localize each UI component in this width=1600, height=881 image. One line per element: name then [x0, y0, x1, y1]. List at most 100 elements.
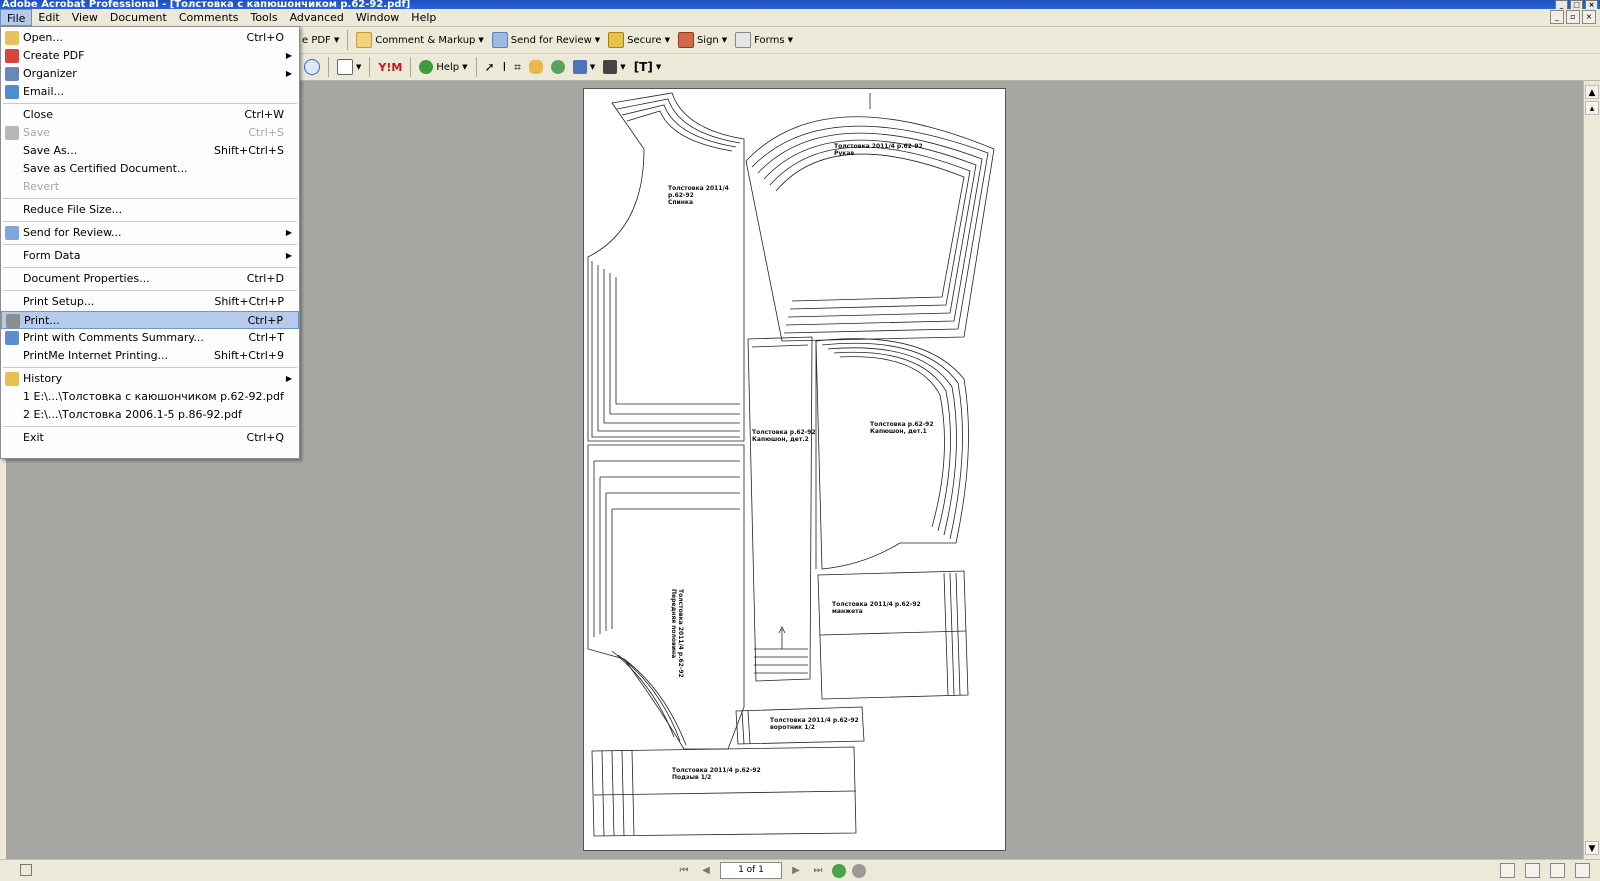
- vertical-scrollbar[interactable]: ▲ ▴ ▼: [1583, 81, 1600, 859]
- page-layout-button[interactable]: ▼: [333, 56, 365, 78]
- menu-item-1-e-62-92-pdf[interactable]: 1 E:\...\Толстовка с каюшончиком р.62-92…: [1, 388, 299, 406]
- menu-item-label: Revert: [23, 180, 60, 193]
- image-tool-button[interactable]: ▼: [569, 56, 599, 78]
- secure-button[interactable]: Secure ▼: [604, 29, 674, 51]
- page-size-icon[interactable]: [20, 864, 32, 876]
- menu-item-shortcut: Ctrl+Q: [246, 431, 284, 444]
- scroll-up-arrow[interactable]: ▲: [1585, 85, 1599, 99]
- previous-view-icon[interactable]: [832, 863, 846, 878]
- text-tool-button[interactable]: [T] ▼: [630, 56, 666, 78]
- forms-button[interactable]: Forms ▼: [731, 29, 797, 51]
- crop-tool-button[interactable]: ⌗: [510, 56, 525, 78]
- menu-bar: File Edit View Document Comments Tools A…: [0, 9, 1600, 27]
- close-window-button[interactable]: ×: [1585, 0, 1598, 9]
- menu-item-label: Exit: [23, 431, 44, 444]
- menu-item-label: Organizer: [23, 67, 77, 80]
- menu-item-open[interactable]: Open... Ctrl+O: [1, 29, 299, 47]
- organizer-icon: [5, 67, 19, 81]
- submenu-arrow-icon: ▶: [285, 251, 292, 260]
- sign-button[interactable]: Sign ▼: [674, 29, 731, 51]
- zoom-in-button[interactable]: [300, 56, 324, 78]
- cuff-piece-label: Толстовка 2011/4 р.62-92 манжета: [832, 601, 921, 615]
- create-pdf-icon: [5, 49, 19, 63]
- hand-icon: [528, 60, 543, 74]
- menu-help[interactable]: Help: [405, 9, 442, 26]
- menu-item-revert[interactable]: Revert: [1, 178, 299, 196]
- toolbar-separator: [328, 57, 329, 77]
- help-icon: [419, 60, 434, 74]
- menu-item-shortcut: Ctrl+W: [244, 108, 284, 121]
- menu-item-label: Form Data: [23, 249, 81, 262]
- doc-restore-button[interactable]: ▫: [1566, 10, 1580, 24]
- create-pdf-label: e PDF: [302, 34, 331, 46]
- menu-item-print[interactable]: Print... Ctrl+P: [1, 311, 299, 329]
- send-review-icon: [491, 32, 508, 48]
- maximize-button[interactable]: □: [1570, 0, 1583, 9]
- doc-close-button[interactable]: ×: [1582, 10, 1596, 24]
- yahoo-icon: Y!M: [378, 60, 403, 74]
- text-select-button[interactable]: Ⅰ: [499, 56, 511, 78]
- menu-item-history[interactable]: History ▶: [1, 370, 299, 388]
- create-pdf-button[interactable]: e PDF ▼: [298, 29, 343, 51]
- menu-item-print-setup[interactable]: Print Setup... Shift+Ctrl+P: [1, 293, 299, 311]
- toolbar-separator: [475, 57, 477, 77]
- pdf-page[interactable]: Толстовка 2011/4 р.62-92 Спинка Толстовк…: [583, 88, 1006, 851]
- menu-item-form-data[interactable]: Form Data ▶: [1, 247, 299, 265]
- doc-minimize-button[interactable]: _: [1550, 10, 1564, 24]
- select-tool-button[interactable]: ➚: [481, 56, 499, 78]
- menu-document[interactable]: Document: [104, 9, 173, 26]
- comments-icon: [5, 331, 19, 345]
- link-tool-button[interactable]: [547, 56, 569, 78]
- toolbar-separator: [410, 57, 412, 77]
- send-for-review-button[interactable]: Send for Review ▼: [488, 29, 604, 51]
- help-button[interactable]: Help ▼: [415, 56, 471, 78]
- text-cursor-icon: Ⅰ: [502, 60, 507, 74]
- menu-item-exit[interactable]: Exit Ctrl+Q: [1, 429, 299, 447]
- menu-item-create-pdf[interactable]: Create PDF ▶: [1, 47, 299, 65]
- page-number-field[interactable]: 1 of 1: [720, 862, 782, 879]
- previous-page-button[interactable]: ◀: [698, 864, 714, 878]
- facing-view-icon[interactable]: [1550, 863, 1565, 878]
- single-page-view-icon[interactable]: [1500, 863, 1515, 878]
- menu-item-printme-internet-printing[interactable]: PrintMe Internet Printing... Shift+Ctrl+9: [1, 347, 299, 365]
- menu-item-reduce-file-size[interactable]: Reduce File Size...: [1, 201, 299, 219]
- menu-window[interactable]: Window: [350, 9, 405, 26]
- document-window-controls: _ ▫ ×: [1550, 10, 1596, 24]
- hand-tool-button[interactable]: [525, 56, 547, 78]
- menu-item-print-with-comments-summary[interactable]: Print with Comments Summary... Ctrl+T: [1, 329, 299, 347]
- yahoo-button[interactable]: Y!M: [374, 56, 406, 78]
- comment-markup-button[interactable]: Comment & Markup ▼: [352, 29, 488, 51]
- menu-item-organizer[interactable]: Organizer ▶: [1, 65, 299, 83]
- scroll-thumb[interactable]: ▴: [1585, 101, 1599, 115]
- back-piece-label: Толстовка 2011/4 р.62-92 Спинка: [668, 185, 729, 206]
- movie-tool-button[interactable]: ▼: [599, 56, 629, 78]
- menu-item-email[interactable]: Email...: [1, 83, 299, 101]
- menu-view[interactable]: View: [66, 9, 104, 26]
- menu-item-save-as-certified-document[interactable]: Save as Certified Document...: [1, 160, 299, 178]
- menu-separator: [3, 367, 297, 368]
- continuous-view-icon[interactable]: [1525, 863, 1540, 878]
- minimize-button[interactable]: _: [1555, 0, 1568, 9]
- hood-piece-label: Толстовка р.62-92 Капюшон, дет.1: [870, 421, 934, 435]
- first-page-button[interactable]: ⏮: [676, 864, 692, 878]
- scroll-down-arrow[interactable]: ▼: [1585, 841, 1599, 855]
- menu-item-send-for-review[interactable]: Send for Review... ▶: [1, 224, 299, 242]
- menu-advanced[interactable]: Advanced: [284, 9, 350, 26]
- menu-comments[interactable]: Comments: [173, 9, 245, 26]
- menu-item-save-as[interactable]: Save As... Shift+Ctrl+S: [1, 142, 299, 160]
- menu-item-save[interactable]: Save Ctrl+S: [1, 124, 299, 142]
- next-view-icon[interactable]: [852, 863, 866, 878]
- menu-item-label: 2 E:\...\Толстовка 2006.1-5 р.86-92.pdf: [23, 408, 242, 421]
- continuous-facing-view-icon[interactable]: [1575, 863, 1590, 878]
- next-page-button[interactable]: ▶: [788, 864, 804, 878]
- menu-file[interactable]: File: [0, 9, 33, 26]
- menu-item-2-e-2006-1-5-86-92-pdf[interactable]: 2 E:\...\Толстовка 2006.1-5 р.86-92.pdf: [1, 406, 299, 424]
- last-page-button[interactable]: ⏭: [810, 864, 826, 878]
- menu-item-shortcut: Shift+Ctrl+9: [213, 349, 284, 362]
- open-folder-icon: [5, 31, 19, 45]
- menu-edit[interactable]: Edit: [32, 9, 65, 26]
- menu-tools[interactable]: Tools: [244, 9, 283, 26]
- menu-item-document-properties[interactable]: Document Properties... Ctrl+D: [1, 270, 299, 288]
- email-icon: [5, 85, 19, 99]
- menu-item-close[interactable]: Close Ctrl+W: [1, 106, 299, 124]
